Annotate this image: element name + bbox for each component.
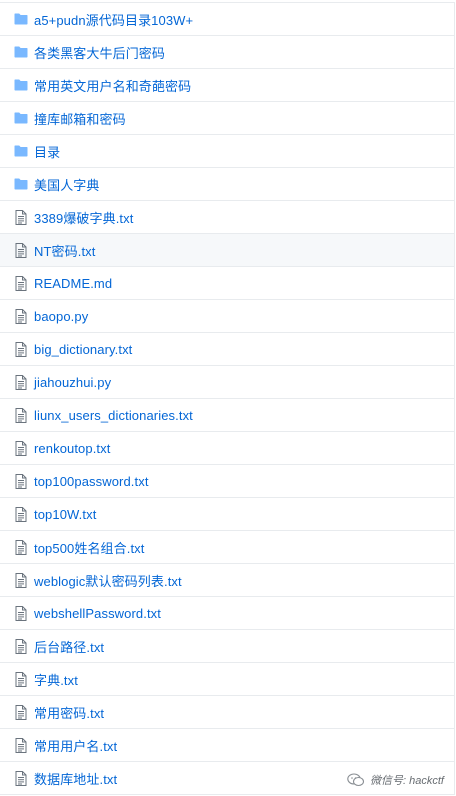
file-link[interactable]: weblogic默认密码列表.txt [34,571,182,590]
file-link[interactable]: README.md [34,276,112,291]
folder-row[interactable]: 各类黑客大牛后门密码 [0,36,454,69]
file-link[interactable]: 常用用户名.txt [34,736,117,755]
file-row[interactable]: big_dictionary.txt [0,333,454,366]
folder-link[interactable]: 美国人字典 [34,175,100,194]
file-text-icon [14,308,28,324]
file-row[interactable]: renkoutop.txt [0,432,454,465]
file-text-icon [14,440,28,456]
file-text-icon [14,704,28,720]
file-link[interactable]: 常用密码.txt [34,703,104,722]
folder-row[interactable]: 常用英文用户名和奇葩密码 [0,69,454,102]
file-row[interactable]: 3389爆破字典.txt [0,201,454,234]
file-link[interactable]: 3389爆破字典.txt [34,208,133,227]
wechat-icon [347,773,365,787]
folder-icon [14,110,28,126]
watermark: 微信号: hackctf [343,770,448,790]
file-text-icon [14,275,28,291]
folder-row[interactable]: 美国人字典 [0,168,454,201]
file-link[interactable]: top10W.txt [34,507,96,522]
file-text-icon [14,506,28,522]
file-text-icon [14,737,28,753]
folder-row[interactable]: a5+pudn源代码目录103W+ [0,3,454,36]
file-text-icon [14,341,28,357]
file-row[interactable]: jiahouzhui.py [0,366,454,399]
file-row[interactable]: weblogic默认密码列表.txt [0,564,454,597]
file-link[interactable]: baopo.py [34,309,88,324]
folder-link[interactable]: 常用英文用户名和奇葩密码 [34,76,191,95]
file-link[interactable]: liunx_users_dictionaries.txt [34,408,193,423]
folder-icon [14,143,28,159]
folder-icon [14,176,28,192]
file-text-icon [14,473,28,489]
file-link[interactable]: renkoutop.txt [34,441,110,456]
file-row[interactable]: 常用用户名.txt [0,729,454,762]
file-link[interactable]: top100password.txt [34,474,149,489]
file-row[interactable]: README.md [0,267,454,300]
file-row[interactable]: 字典.txt [0,663,454,696]
file-text-icon [14,638,28,654]
watermark-text: 微信号: hackctf [370,775,444,787]
file-text-icon [14,671,28,687]
file-text-icon [14,539,28,555]
file-text-icon [14,407,28,423]
file-row[interactable]: NT密码.txt [0,234,454,267]
file-row[interactable]: webshellPassword.txt [0,597,454,630]
file-row[interactable]: 常用密码.txt [0,696,454,729]
file-row[interactable]: top100password.txt [0,465,454,498]
folder-icon [14,11,28,27]
file-row[interactable]: 后台路径.txt [0,630,454,663]
folder-link[interactable]: 目录 [34,142,60,161]
folder-link[interactable]: 各类黑客大牛后门密码 [34,43,165,62]
file-text-icon [14,605,28,621]
file-link[interactable]: top500姓名组合.txt [34,538,145,557]
file-link[interactable]: 后台路径.txt [34,637,104,656]
file-list: a5+pudn源代码目录103W+ 各类黑客大牛后门密码常用英文用户名和奇葩密码撞… [0,2,455,795]
file-link[interactable]: webshellPassword.txt [34,606,161,621]
file-text-icon [14,242,28,258]
folder-row[interactable]: 目录 [0,135,454,168]
folder-icon [14,77,28,93]
folder-icon [14,44,28,60]
file-row[interactable]: top500姓名组合.txt [0,531,454,564]
folder-link[interactable]: a5+pudn源代码目录103W+ [34,10,193,29]
file-link[interactable]: big_dictionary.txt [34,342,132,357]
folder-row[interactable]: 撞库邮箱和密码 [0,102,454,135]
file-text-icon [14,374,28,390]
file-row[interactable]: baopo.py [0,300,454,333]
file-link[interactable]: NT密码.txt [34,241,95,260]
file-text-icon [14,572,28,588]
file-link[interactable]: jiahouzhui.py [34,375,111,390]
folder-link[interactable]: 撞库邮箱和密码 [34,109,126,128]
file-text-icon [14,209,28,225]
file-text-icon [14,770,28,786]
file-row[interactable]: liunx_users_dictionaries.txt [0,399,454,432]
file-link[interactable]: 数据库地址.txt [34,769,117,788]
file-link[interactable]: 字典.txt [34,670,78,689]
file-row[interactable]: top10W.txt [0,498,454,531]
